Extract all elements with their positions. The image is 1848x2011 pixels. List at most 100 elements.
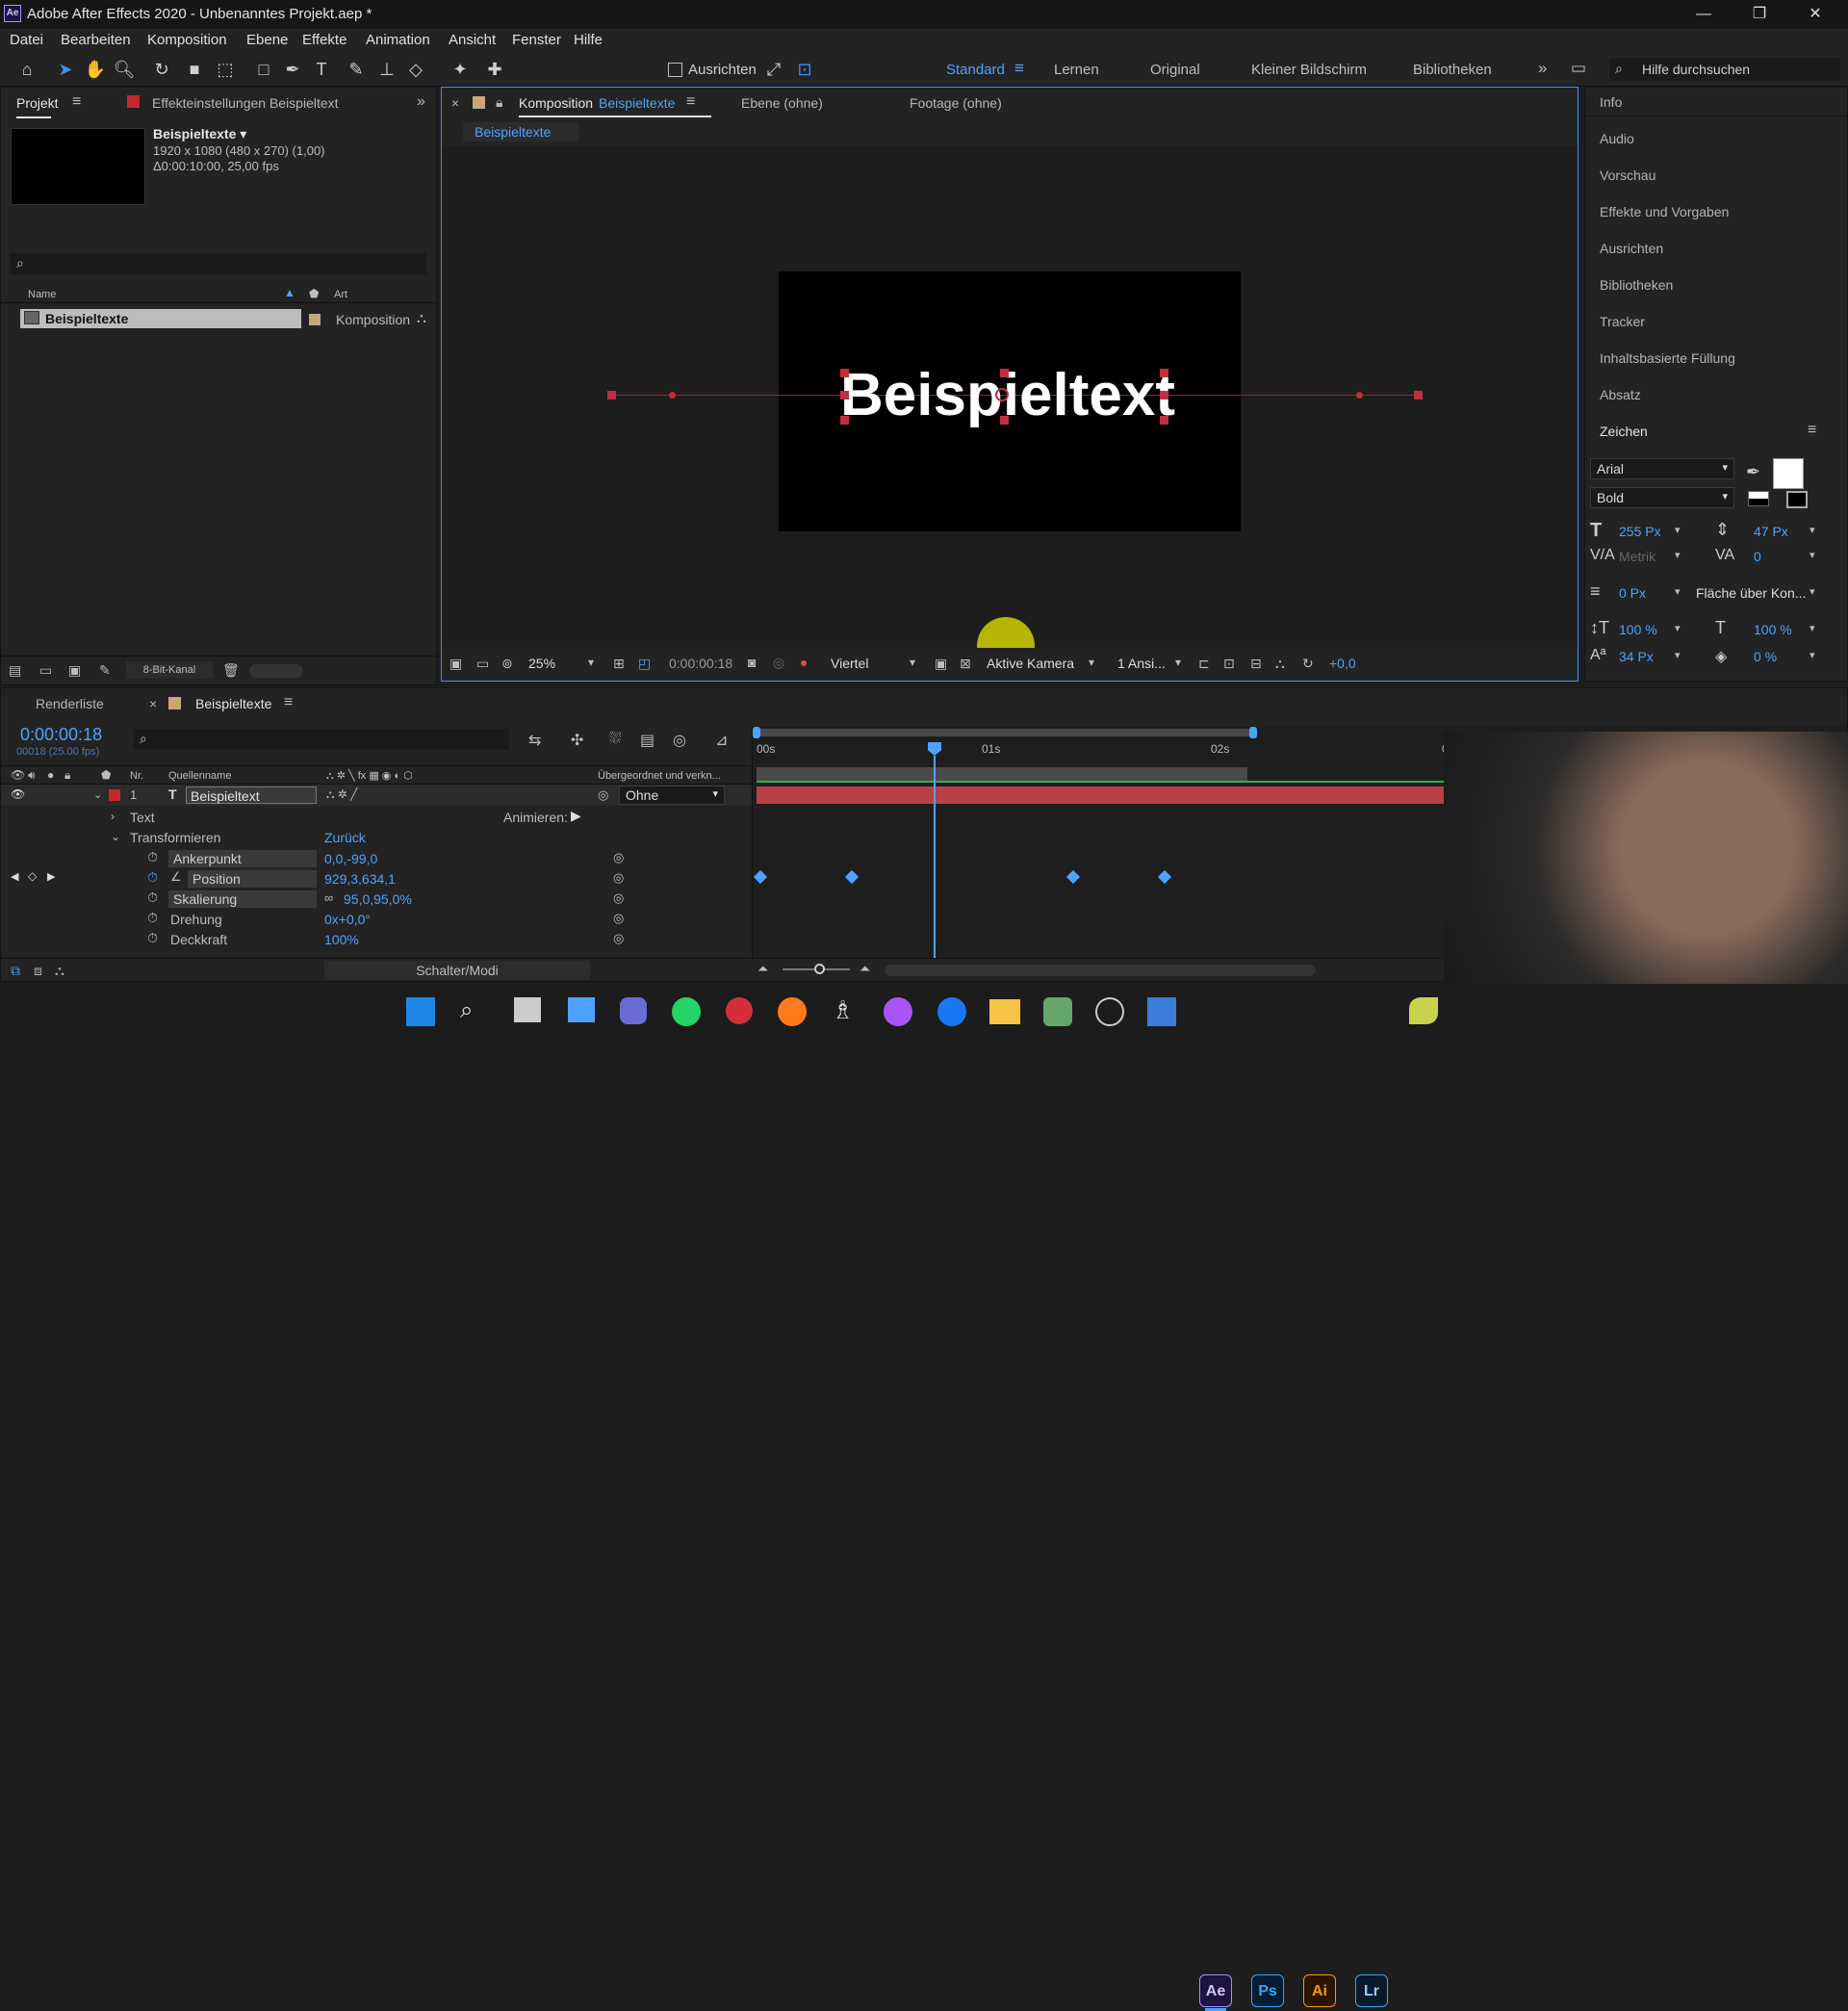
workspace-overflow-icon[interactable]: »: [1538, 59, 1547, 78]
home-icon[interactable]: ⌂: [15, 58, 38, 81]
vertical-scale-value[interactable]: 100 %: [1619, 622, 1657, 637]
current-time-display[interactable]: 0:00:00:18: [669, 656, 732, 671]
label-column-icon[interactable]: ⬟: [101, 768, 111, 782]
chevron-down-icon[interactable]: ▾: [1675, 622, 1681, 634]
viewer-area[interactable]: Beispieltext: [442, 145, 1578, 675]
animate-play-icon[interactable]: ▶: [571, 808, 581, 824]
interpret-footage-icon[interactable]: ▤: [9, 662, 21, 679]
stopwatch-icon[interactable]: ⏱︎: [147, 910, 158, 926]
chevron-down-icon[interactable]: ▾: [1810, 622, 1815, 634]
menu-datei[interactable]: Datei: [10, 32, 43, 48]
pickwhip-icon[interactable]: ◎: [613, 870, 624, 886]
shy-icon[interactable]: ⛆: [609, 731, 622, 748]
workspace-menu-icon[interactable]: ≡: [1014, 59, 1024, 78]
clone-stamp-tool-icon[interactable]: ⊥: [375, 58, 398, 81]
font-size-value[interactable]: 255 Px: [1619, 524, 1661, 539]
selected-item-name[interactable]: Beispieltexte ▾: [153, 126, 246, 142]
text-tool-icon[interactable]: T: [310, 58, 333, 81]
show-snapshot-icon[interactable]: ◎: [773, 655, 784, 671]
bbox-handle-ml[interactable]: [840, 391, 849, 400]
camera-select[interactable]: Aktive Kamera: [987, 656, 1074, 671]
pickwhip-icon[interactable]: ◎: [613, 931, 624, 946]
trash-icon[interactable]: 🗑︎: [222, 662, 240, 679]
chevron-down-icon[interactable]: ▾: [1175, 656, 1181, 669]
comp-mini-flowchart-icon[interactable]: ⇆: [528, 731, 541, 750]
anchor-point-icon[interactable]: [995, 388, 1009, 401]
menu-effekte[interactable]: Effekte: [302, 32, 346, 48]
panel-effects-presets[interactable]: Effekte und Vorgaben: [1600, 204, 1729, 219]
pickwhip-icon[interactable]: ◎: [613, 850, 624, 865]
flowchart-icon[interactable]: ⛬: [417, 310, 426, 326]
always-preview-icon[interactable]: ▣: [449, 656, 462, 672]
draft-3d-icon[interactable]: ✣: [571, 731, 583, 750]
layer-label-color[interactable]: [109, 789, 120, 801]
text-group-label[interactable]: Text: [130, 810, 155, 825]
panel-paragraph[interactable]: Absatz: [1600, 387, 1641, 402]
project-menu-icon[interactable]: ≡: [72, 93, 81, 111]
character-menu-icon[interactable]: ≡: [1808, 422, 1816, 439]
bit-depth-button[interactable]: 8-Bit-Kanal: [126, 661, 213, 679]
tab-timeline-comp[interactable]: Beispieltexte: [195, 696, 271, 711]
comp-breadcrumb[interactable]: Beispieltexte: [463, 122, 578, 142]
kerning-value[interactable]: Metrik: [1619, 549, 1656, 564]
motion-path-start-handle[interactable]: [607, 391, 616, 400]
search-icon[interactable]: ⌕: [460, 997, 473, 1024]
hand-tool-icon[interactable]: ✋: [84, 58, 107, 81]
timeline-menu-icon[interactable]: ≡: [284, 694, 293, 711]
in-out-icon[interactable]: ⛬: [55, 963, 64, 979]
puppet-tool-icon[interactable]: ✚: [483, 58, 506, 81]
resolution-select[interactable]: Viertel: [831, 656, 868, 671]
tab-comp-name[interactable]: Beispieltexte: [599, 95, 675, 111]
chevron-down-icon[interactable]: ▾: [1089, 656, 1094, 669]
stopwatch-icon[interactable]: ⏱︎: [147, 889, 158, 906]
new-comp-icon[interactable]: ▣: [68, 662, 81, 679]
motion-blur-icon[interactable]: ◎: [673, 731, 686, 750]
position-keyframe[interactable]: [1157, 869, 1172, 885]
stopwatch-icon[interactable]: ⏱︎: [147, 849, 158, 865]
timeline-timecode[interactable]: 0:00:00:18: [20, 725, 102, 745]
row-label-color[interactable]: [309, 314, 321, 325]
work-area-start-handle[interactable]: [753, 727, 760, 738]
panel-overflow-icon[interactable]: »: [417, 93, 425, 111]
color-channel-icon[interactable]: ●: [800, 655, 808, 670]
stopwatch-icon[interactable]: ⏱︎: [147, 930, 158, 946]
minimize-button[interactable]: —: [1677, 2, 1731, 27]
photoshop-icon[interactable]: Ps: [1251, 1974, 1284, 2007]
exposure-value[interactable]: +0,0: [1329, 656, 1356, 671]
tab-comp-prefix[interactable]: Komposition: [519, 95, 593, 111]
default-colors-icon[interactable]: [1748, 491, 1769, 506]
motion-path-end-handle[interactable]: [1414, 391, 1423, 400]
rotate-tool-icon[interactable]: ↻: [150, 58, 173, 81]
horizontal-scale-value[interactable]: 100 %: [1754, 622, 1792, 637]
prop-rotation-label[interactable]: Drehung: [170, 912, 222, 927]
timeline-scrollbar[interactable]: [885, 965, 1316, 976]
col-number[interactable]: Nr.: [130, 770, 143, 782]
panel-icon[interactable]: ▭: [1571, 59, 1586, 78]
adjust-icon[interactable]: ✎: [99, 662, 111, 679]
tab-render-queue[interactable]: Renderliste: [36, 696, 104, 711]
pen-tool-icon[interactable]: ✒: [281, 58, 304, 81]
col-name[interactable]: Name: [28, 289, 56, 300]
thumbnail-slider[interactable]: [249, 664, 303, 678]
close-tab-icon[interactable]: ×: [451, 95, 459, 111]
playhead-handle[interactable]: [928, 742, 941, 756]
align-checkbox[interactable]: [668, 63, 682, 77]
add-keyframe-icon[interactable]: ◇: [28, 869, 37, 883]
zoom-out-icon[interactable]: ⏶: [757, 961, 768, 977]
bbox-handle-tr[interactable]: [1160, 369, 1168, 377]
stroke-width-value[interactable]: 0 Px: [1619, 585, 1646, 601]
prop-position-label[interactable]: Position: [188, 870, 317, 888]
app-figure-icon[interactable]: ♗: [832, 995, 854, 1025]
menu-ansicht[interactable]: Ansicht: [449, 32, 496, 48]
prop-rotation-value[interactable]: 0x+0,0°: [324, 912, 371, 927]
resolution-grid-icon[interactable]: ⊞: [613, 656, 625, 672]
menu-bearbeiten[interactable]: Bearbeiten: [61, 32, 131, 48]
tab-project[interactable]: Projekt: [16, 95, 59, 111]
toggle-pixel-icon[interactable]: ⊏: [1198, 656, 1210, 672]
menu-ebene[interactable]: Ebene: [246, 32, 288, 48]
timeline-icon[interactable]: ⊟: [1250, 656, 1262, 672]
frame-blending-icon[interactable]: ▤: [640, 731, 654, 750]
widgets-icon[interactable]: [568, 997, 595, 1022]
chevron-down-icon[interactable]: ▾: [1810, 649, 1815, 661]
chevron-down-icon[interactable]: ▾: [1675, 585, 1681, 598]
